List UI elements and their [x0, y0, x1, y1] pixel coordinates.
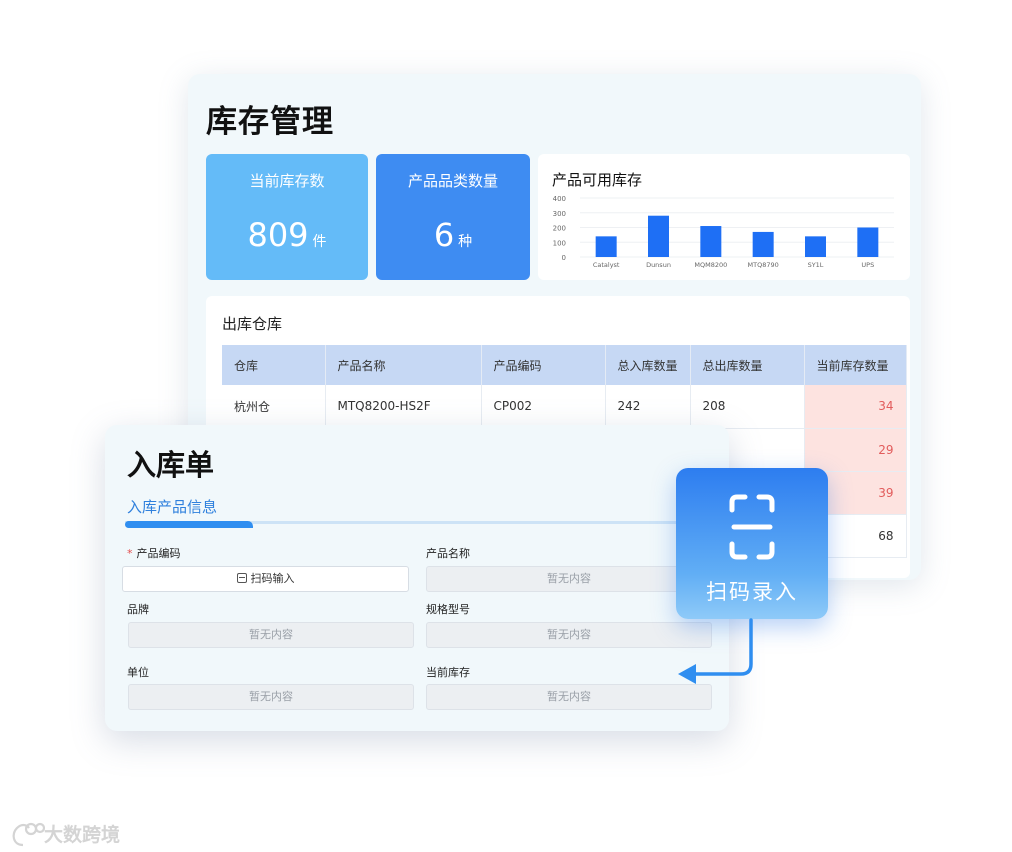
product-code-label: * 产品编码 — [127, 545, 181, 561]
scan-icon — [236, 573, 247, 583]
stat-category-count: 产品品类数量 6种 — [376, 154, 530, 280]
bar — [752, 231, 774, 257]
y-tick-label: 400 — [553, 195, 566, 203]
x-tick-label: Dunsun — [646, 261, 671, 269]
x-tick-label: MQM8200 — [694, 261, 727, 269]
cell-current-stock: 34 — [804, 385, 907, 429]
brand-label: 品牌 — [127, 603, 149, 616]
stat-current-stock: 当前库存数 809 件 — [206, 154, 368, 280]
inventory-title: 库存管理 — [206, 104, 334, 140]
spec-label: 规格型号 — [426, 603, 470, 616]
stat-unit: 种 — [458, 234, 473, 250]
scan-icon — [729, 494, 775, 560]
unit-label: 单位 — [127, 666, 149, 679]
bar — [805, 236, 826, 257]
bar-chart-svg: 0 100 200 300 400 Catalyst Dunsun MQM8200 MTQ879… — [553, 195, 894, 269]
bar — [648, 215, 669, 257]
column-header[interactable]: 当前库存数量 — [804, 345, 907, 385]
stat-number: 809 — [247, 216, 309, 254]
current-stock-label: 当前库存 — [426, 666, 470, 679]
cell-warehouse: 杭州仓 — [222, 385, 326, 429]
x-tick-label: SY1L — [808, 261, 824, 269]
inbound-form-card: 入库单 入库产品信息 * 产品编码 扫码输入 产品名称 暂无内容 品牌 暂无内容 … — [105, 425, 729, 731]
bar — [857, 227, 879, 257]
y-tick-label: 100 — [553, 239, 566, 247]
available-stock-chart: 产品可用库存 0 100 200 300 400 Catalyst Dunsun MQM820… — [538, 154, 910, 280]
bar — [595, 236, 617, 257]
stat-label: 当前库存数 — [249, 172, 325, 190]
product-name-label: 产品名称 — [426, 547, 470, 560]
cell-total-out: 208 — [690, 385, 805, 429]
stat-number: 6 — [433, 216, 455, 254]
column-header[interactable]: 产品编码 — [481, 345, 606, 385]
cell-product-name: MTQ8200-HS2F — [325, 385, 482, 429]
product-name-field[interactable]: 暂无内容 — [426, 566, 712, 592]
bar — [700, 226, 722, 257]
y-tick-label: 0 — [562, 254, 566, 262]
label-text: 产品编码 — [136, 547, 181, 560]
tab-product-info[interactable]: 入库产品信息 — [127, 496, 217, 517]
scan-entry-label: 扫码录入 — [706, 580, 798, 604]
scan-input-label: 扫码输入 — [250, 572, 295, 585]
table-header-row: 仓库 产品名称 产品编码 总入库数量 总出库数量 当前库存数量 — [222, 345, 907, 385]
required-mark: * — [127, 547, 133, 560]
cell-total-in: 242 — [605, 385, 691, 429]
x-tick-label: UPS — [861, 261, 874, 269]
arrow-connector — [678, 618, 753, 684]
column-header[interactable]: 仓库 — [222, 345, 326, 385]
cell-current-stock: 29 — [804, 428, 907, 472]
column-header[interactable]: 总出库数量 — [690, 345, 805, 385]
column-header[interactable]: 总入库数量 — [605, 345, 691, 385]
watermark-logo-icon — [12, 822, 45, 847]
y-tick-label: 200 — [553, 225, 566, 233]
watermark-text: 大数跨境 — [44, 824, 121, 846]
y-tick-label: 300 — [553, 210, 566, 218]
cell-product-code: CP002 — [481, 385, 606, 429]
stat-value: 6种 — [376, 216, 530, 254]
scan-entry-badge[interactable]: 扫码录入 — [676, 468, 828, 619]
stat-unit: 件 — [312, 234, 327, 250]
form-title: 入库单 — [127, 448, 215, 482]
tab-active-indicator — [125, 521, 253, 528]
scan-input-button[interactable]: 扫码输入 — [122, 566, 409, 592]
column-header[interactable]: 产品名称 — [325, 345, 482, 385]
stat-value: 809 件 — [206, 216, 368, 254]
table-row[interactable]: 杭州仓 MTQ8200-HS2F CP002 242 208 34 — [222, 385, 907, 429]
x-tick-label: Catalyst — [593, 261, 620, 269]
outbound-title: 出库仓库 — [222, 315, 283, 333]
brand-field[interactable]: 暂无内容 — [128, 622, 414, 648]
x-tick-label: MTQ8790 — [748, 261, 779, 269]
unit-field[interactable]: 暂无内容 — [128, 684, 414, 710]
stat-label: 产品品类数量 — [407, 172, 498, 190]
